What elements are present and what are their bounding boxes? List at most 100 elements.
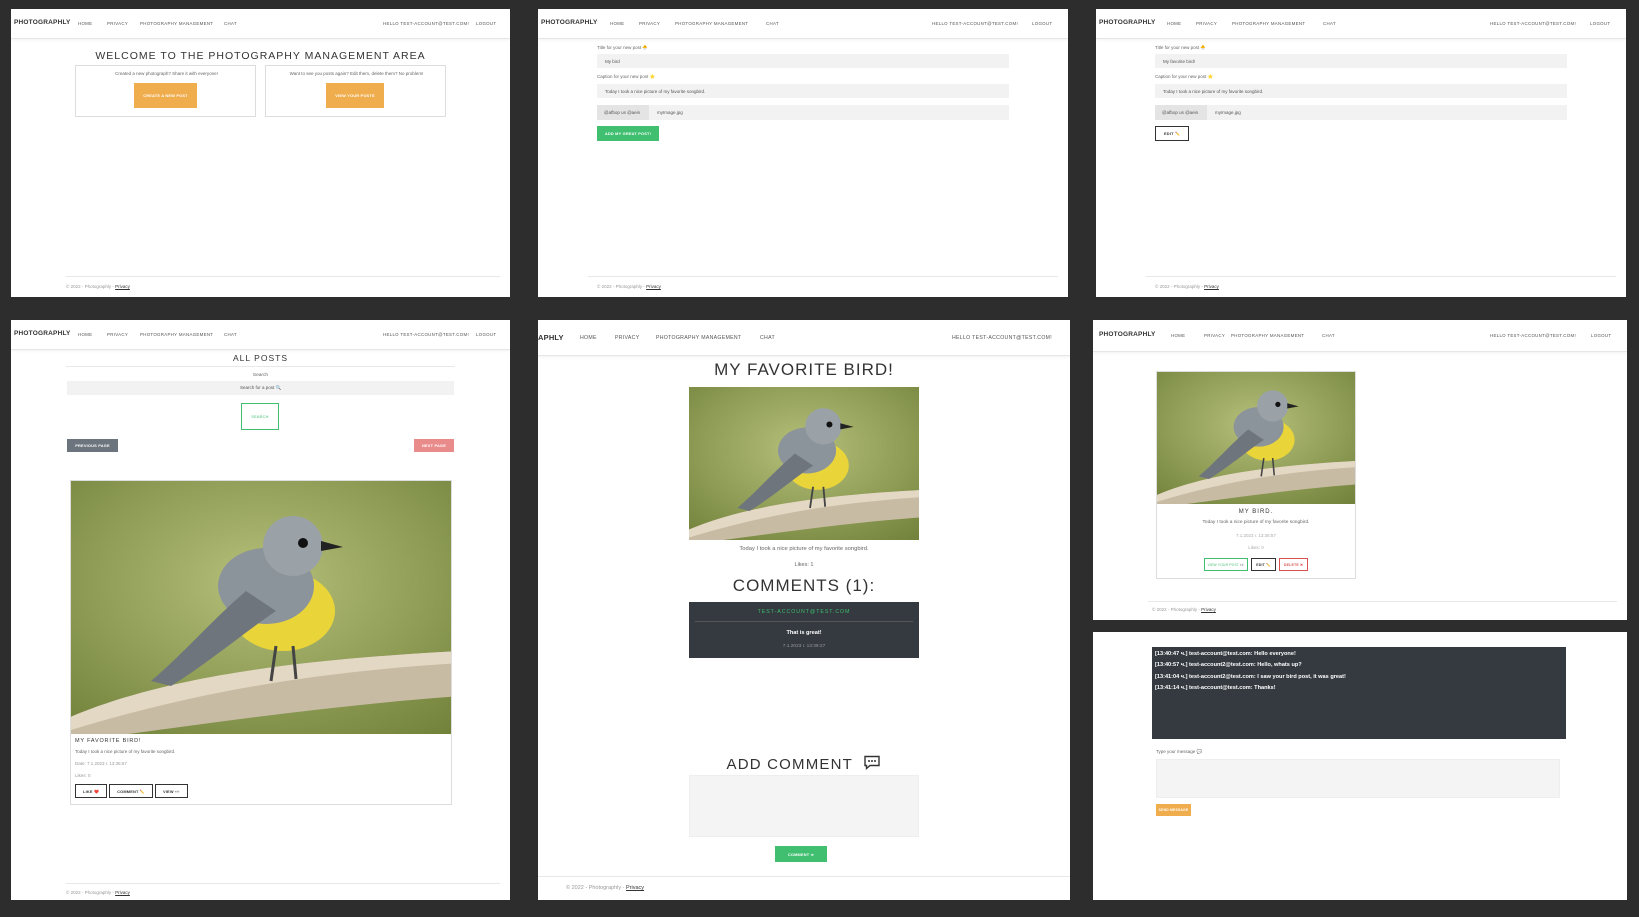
brand-logo[interactable]: PHOTOGRAPHLY <box>1099 19 1156 26</box>
footer-privacy-link[interactable]: Privacy <box>115 890 130 895</box>
footer-divider <box>1148 601 1617 602</box>
edit-post-button[interactable]: EDIT ✏️ <box>1251 558 1276 571</box>
send-message-button[interactable]: SEND MESSAGE <box>1156 804 1191 816</box>
nav-privacy[interactable]: PRIVACY <box>639 21 660 26</box>
nav-greeting[interactable]: HELLO TEST-ACCOUNT@TEST.COM! <box>1490 21 1576 26</box>
nav-privacy[interactable]: PRIVACY <box>107 21 128 26</box>
footer-privacy-link[interactable]: Privacy <box>115 284 130 289</box>
post-likes: Likes: 0 <box>75 773 91 778</box>
search-input[interactable]: Search for a post 🔍 <box>67 381 454 395</box>
footer: © 2022 - Photographly - Privacy <box>1155 284 1219 289</box>
footer-privacy-link[interactable]: Privacy <box>1201 607 1216 612</box>
nav-home[interactable]: HOME <box>1167 21 1181 26</box>
nav-privacy[interactable]: PRIVACY <box>1196 21 1217 26</box>
post-likes: Likes: 0 <box>1248 545 1264 550</box>
edit-button[interactable]: EDIT ✏️ <box>1155 126 1189 141</box>
bird-photo[interactable] <box>71 481 451 734</box>
caption-label: Caption for your new post ⭐ <box>597 74 656 79</box>
nav-chat[interactable]: CHAT <box>766 21 779 26</box>
nav-chat[interactable]: CHAT <box>1323 21 1336 26</box>
brand-logo[interactable]: PHOTOGRAPHLY <box>1099 331 1156 338</box>
brand-logo[interactable]: PHOTOGRAPHLY <box>14 330 71 337</box>
file-input[interactable]: myImage.jpg <box>1207 105 1567 120</box>
add-post-button[interactable]: ADD MY GREAT POST! <box>597 126 659 141</box>
comment-box: TEST-ACCOUNT@TEST.COM That is great! 7.1… <box>689 602 919 658</box>
nav-photography-management[interactable]: PHOTOGRAPHY MANAGEMENT <box>1231 333 1304 338</box>
footer-text: © 2022 - Photographly - <box>566 885 627 891</box>
footer-text: © 2022 - Photographly - <box>597 284 647 289</box>
brand-logo[interactable]: PHOTOGRAPHLY <box>541 19 598 26</box>
nav-home[interactable]: HOME <box>78 332 92 337</box>
view-post-button[interactable]: VIEW YOUR POST 👀 <box>1204 558 1248 571</box>
panel-management: PHOTOGRAPHLY HOME PRIVACY PHOTOGRAPHY MA… <box>11 9 510 297</box>
nav-chat[interactable]: CHAT <box>224 332 237 337</box>
nav-greeting[interactable]: HELLO TEST-ACCOUNT@TEST.COM! <box>383 332 469 337</box>
view-text: Want to see you posts again? Edit them, … <box>289 71 424 76</box>
nav-chat[interactable]: CHAT <box>1322 333 1335 338</box>
nav-home[interactable]: HOME <box>610 21 624 26</box>
like-button[interactable]: LIKE ❤️ <box>75 784 107 798</box>
create-post-button[interactable]: CREATE A NEW POST <box>134 83 197 108</box>
nav-greeting[interactable]: HELLO TEST-ACCOUNT@TEST.COM! <box>1490 333 1576 338</box>
next-page-button[interactable]: NEXT PAGE <box>414 439 454 452</box>
nav-privacy[interactable]: PRIVACY <box>1204 333 1225 338</box>
nav-privacy[interactable]: PRIVACY <box>107 332 128 337</box>
brand-logo[interactable]: APHLY <box>538 333 564 342</box>
brand-logo[interactable]: PHOTOGRAPHLY <box>14 19 71 26</box>
bird-image <box>71 481 451 734</box>
delete-post-button[interactable]: DELETE ✖ <box>1279 558 1308 571</box>
nav-greeting[interactable]: HELLO TEST-ACCOUNT@TEST.COM! <box>952 335 1052 341</box>
nav-photography-management[interactable]: PHOTOGRAPHY MANAGEMENT <box>1232 21 1305 26</box>
footer-text: © 2022 - Photographly - <box>1155 284 1205 289</box>
panel-edit-post: PHOTOGRAPHLY HOME PRIVACY PHOTOGRAPHY MA… <box>1096 9 1626 297</box>
nav-photography-management[interactable]: PHOTOGRAPHY MANAGEMENT <box>140 332 213 337</box>
nav-chat[interactable]: CHAT <box>224 21 237 26</box>
title-input[interactable]: My favorite bird! <box>1155 54 1567 68</box>
view-card: Want to see you posts again? Edit them, … <box>265 65 446 117</box>
nav-photography-management[interactable]: PHOTOGRAPHY MANAGEMENT <box>675 21 748 26</box>
post-caption: Today I took a nice picture of my favori… <box>739 546 869 552</box>
footer-divider <box>538 876 1070 877</box>
search-button[interactable]: SEARCH <box>241 403 279 430</box>
footer-privacy-link[interactable]: Privacy <box>626 885 644 891</box>
post-title: MY FAVORITE BIRD! <box>714 360 894 379</box>
nav-logout[interactable]: LOGOUT <box>1591 333 1611 338</box>
nav-privacy[interactable]: PRIVACY <box>615 335 640 341</box>
nav-logout[interactable]: LOGOUT <box>1032 21 1052 26</box>
nav-chat[interactable]: CHAT <box>760 335 775 341</box>
view-posts-button[interactable]: VIEW YOUR POSTS <box>326 83 384 108</box>
file-input-prefix[interactable]: @afbop us @aein <box>597 105 649 120</box>
comment-submit-button[interactable]: COMMENT ➡ <box>775 846 827 862</box>
chat-message: [13:40:47 ч.] test-account@test.com: Hel… <box>1155 651 1296 657</box>
create-text: Created a new photograph? Share it with … <box>115 71 218 76</box>
nav-greeting[interactable]: HELLO TEST-ACCOUNT@TEST.COM! <box>932 21 1018 26</box>
nav-logout[interactable]: LOGOUT <box>1590 21 1610 26</box>
nav-photography-management[interactable]: PHOTOGRAPHY MANAGEMENT <box>656 335 741 341</box>
footer: © 2022 - Photographly - Privacy <box>66 890 130 895</box>
bird-photo <box>689 387 919 540</box>
file-input-prefix[interactable]: @afbop us @aein <box>1155 105 1207 120</box>
navbar: PHOTOGRAPHLY HOME PRIVACY PHOTOGRAPHY MA… <box>1096 9 1626 39</box>
nav-logout[interactable]: LOGOUT <box>476 332 496 337</box>
comment-date: 7.1.2023 г. 13:39:27 <box>782 644 826 649</box>
nav-logout[interactable]: LOGOUT <box>476 21 496 26</box>
previous-page-button[interactable]: PREVIOUS PAGE <box>67 439 118 452</box>
title-label: Title for your new post 🐣 <box>1155 45 1206 50</box>
nav-greeting[interactable]: HELLO TEST-ACCOUNT@TEST.COM! <box>383 21 469 26</box>
file-input[interactable]: myImage.jpg <box>649 105 1009 120</box>
navbar: APHLY HOME PRIVACY PHOTOGRAPHY MANAGEMEN… <box>538 320 1070 356</box>
comment-divider <box>695 621 913 622</box>
title-input[interactable]: My bird <box>597 54 1009 68</box>
nav-home[interactable]: HOME <box>1171 333 1185 338</box>
view-button[interactable]: VIEW 👀 <box>155 784 188 798</box>
footer-privacy-link[interactable]: Privacy <box>646 284 661 289</box>
nav-home[interactable]: HOME <box>580 335 597 341</box>
comment-button[interactable]: COMMENT ✏️ <box>109 784 153 798</box>
nav-photography-management[interactable]: PHOTOGRAPHY MANAGEMENT <box>140 21 213 26</box>
caption-input[interactable]: Today I took a nice picture of my favori… <box>1155 84 1567 98</box>
message-textarea[interactable] <box>1156 759 1560 798</box>
comment-textarea[interactable] <box>689 775 919 837</box>
nav-home[interactable]: HOME <box>78 21 92 26</box>
caption-input[interactable]: Today I took a nice picture of my favori… <box>597 84 1009 98</box>
footer-privacy-link[interactable]: Privacy <box>1204 284 1219 289</box>
